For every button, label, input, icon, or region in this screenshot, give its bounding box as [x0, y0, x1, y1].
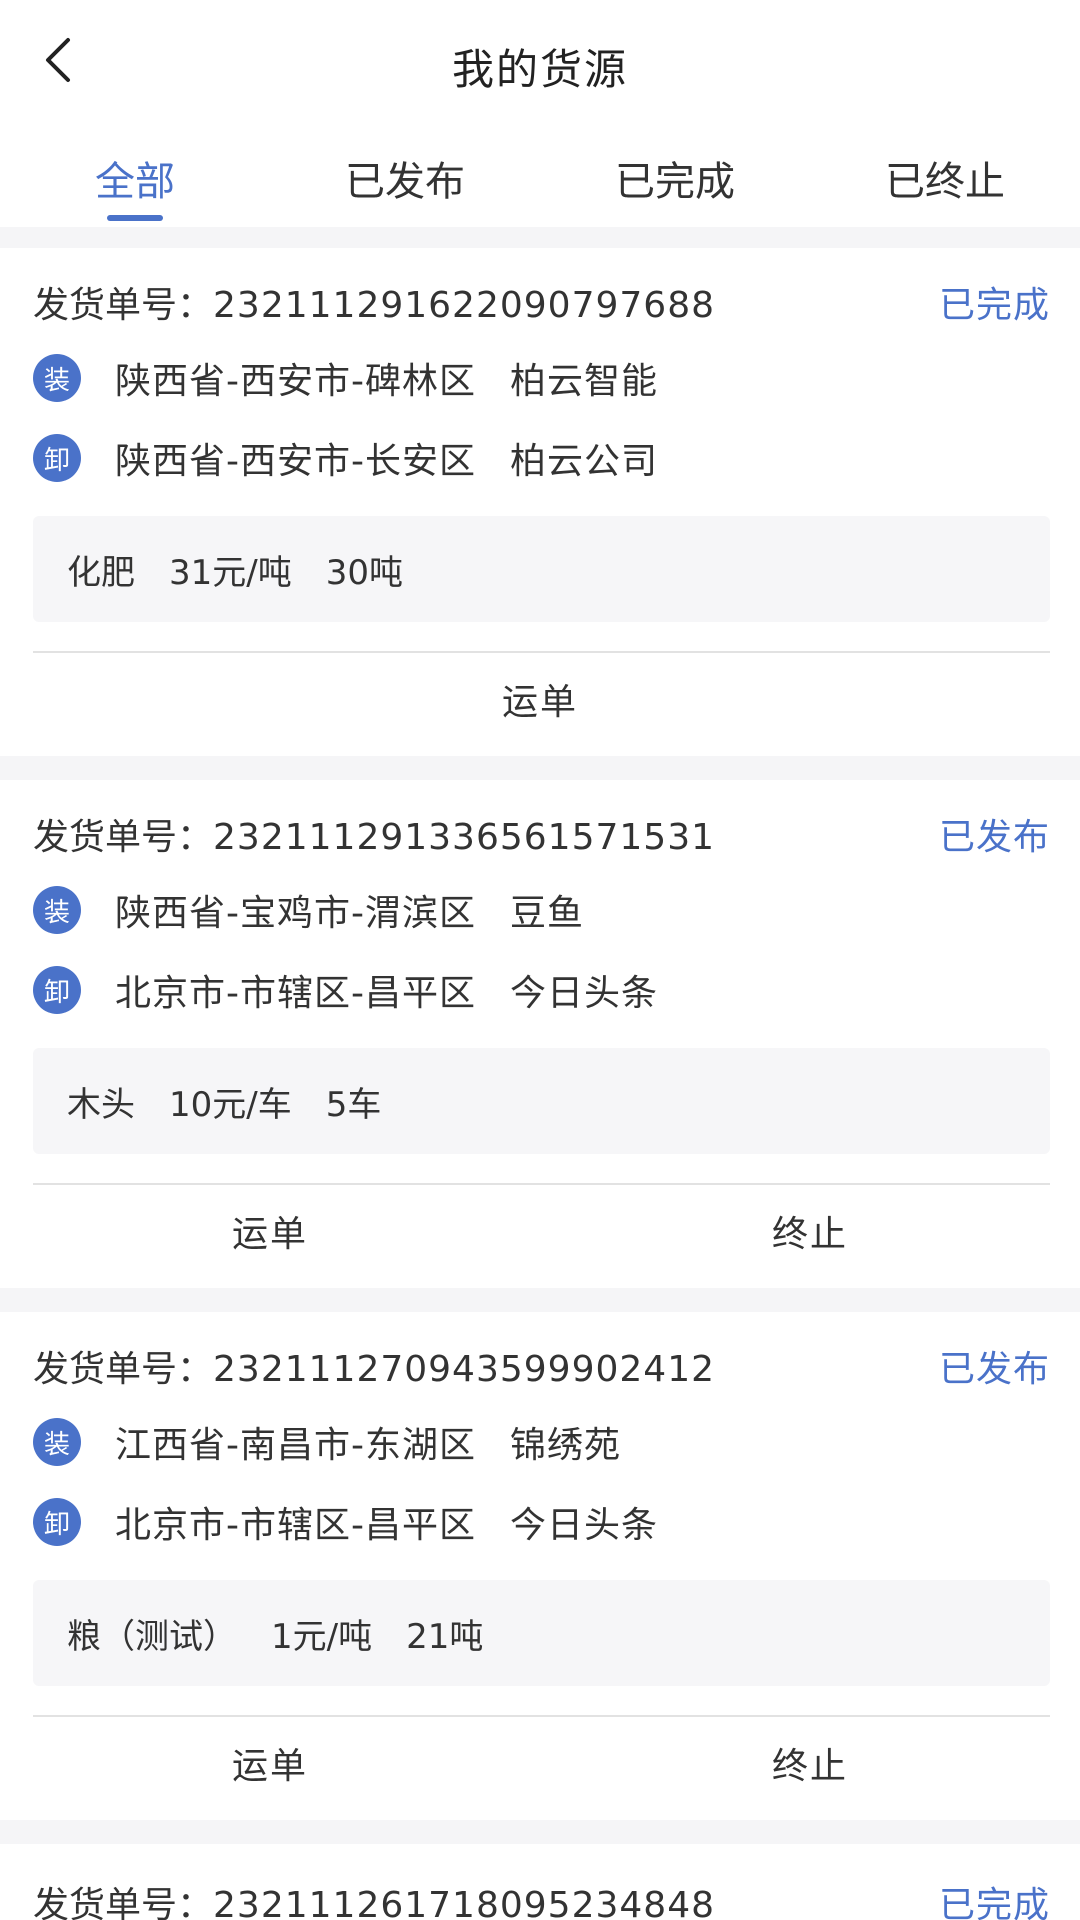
goods-info: 木头 10元/车 5车 [33, 1048, 1050, 1154]
card-actions: 运单 [0, 653, 1080, 753]
page-title: 我的货源 [451, 45, 628, 94]
card-header: 发货单号：232111291336561571531 已发布 [33, 806, 1050, 862]
status-badge: 已发布 [938, 1349, 1050, 1390]
unload-location-row: 卸 北京市-市辖区-昌平区 今日头条 [33, 1494, 1050, 1550]
card-actions: 运单 终止 [0, 1185, 1080, 1285]
terminate-button[interactable]: 终止 [540, 1185, 1080, 1285]
load-company: 豆鱼 [509, 893, 584, 934]
goods-quantity: 5车 [325, 1084, 382, 1125]
card-header: 发货单号：232111270943599902412 已发布 [33, 1338, 1050, 1394]
order-number-label: 发货单号： [33, 817, 214, 858]
order-number-label: 发货单号： [33, 1349, 214, 1390]
tab-completed[interactable]: 已完成 [540, 125, 810, 227]
goods-info: 化肥 31元/吨 30吨 [33, 516, 1050, 622]
tab-published[interactable]: 已发布 [270, 125, 540, 227]
goods-quantity: 21吨 [406, 1616, 484, 1657]
order-number-label: 发货单号： [33, 285, 214, 326]
load-region: 江西省-南昌市-东湖区 [115, 1425, 476, 1466]
tab-terminated[interactable]: 已终止 [810, 125, 1080, 227]
status-badge: 已完成 [938, 285, 1050, 326]
unload-company: 柏云公司 [509, 441, 658, 482]
load-company: 锦绣苑 [509, 1425, 621, 1466]
goods-name: 木头 [67, 1084, 135, 1125]
my-cargo-page: 我的货源 全部 已发布 已完成 已终止 发货单号：232111291622090… [0, 0, 1080, 1920]
tab-label: 全部 [95, 159, 175, 205]
load-company: 柏云智能 [509, 361, 658, 402]
card-header: 发货单号：232111261718095234848 已完成 [33, 1874, 1050, 1920]
unload-company: 今日头条 [509, 1505, 658, 1546]
waybill-button[interactable]: 运单 [0, 1717, 540, 1817]
unload-location-row: 卸 陕西省-西安市-长安区 柏云公司 [33, 430, 1050, 486]
cargo-card[interactable]: 发货单号：232111291336561571531 已发布 装 陕西省-宝鸡市… [0, 780, 1080, 1288]
goods-price: 10元/车 [169, 1084, 292, 1125]
unload-region: 北京市-市辖区-昌平区 [115, 973, 476, 1014]
status-badge: 已发布 [938, 817, 1050, 858]
order-number-label: 发货单号： [33, 1885, 214, 1920]
tab-all[interactable]: 全部 [0, 125, 270, 227]
load-location-row: 装 陕西省-宝鸡市-渭滨区 豆鱼 [33, 882, 1050, 938]
unload-region: 陕西省-西安市-长安区 [115, 441, 476, 482]
active-tab-indicator [107, 215, 163, 221]
tab-label: 已终止 [885, 159, 1005, 205]
load-location-row: 装 江西省-南昌市-东湖区 锦绣苑 [33, 1414, 1050, 1470]
load-location-row: 装 陕西省-西安市-碑林区 柏云智能 [33, 350, 1050, 406]
tab-label: 已完成 [615, 159, 735, 205]
unload-badge-icon: 卸 [33, 966, 81, 1014]
order-number: 232111261718095234848 [213, 1885, 716, 1920]
order-number: 232111291622090797688 [213, 285, 716, 326]
load-badge-icon: 装 [33, 886, 81, 934]
goods-name: 粮（测试） [67, 1616, 237, 1657]
cargo-card[interactable]: 发货单号：232111270943599902412 已发布 装 江西省-南昌市… [0, 1312, 1080, 1820]
goods-name: 化肥 [67, 552, 135, 593]
unload-company: 今日头条 [509, 973, 658, 1014]
load-region: 陕西省-西安市-碑林区 [115, 361, 476, 402]
terminate-button[interactable]: 终止 [540, 1717, 1080, 1817]
unload-location-row: 卸 北京市-市辖区-昌平区 今日头条 [33, 962, 1050, 1018]
load-badge-icon: 装 [33, 354, 81, 402]
goods-info: 粮（测试） 1元/吨 21吨 [33, 1580, 1050, 1686]
goods-price: 1元/吨 [271, 1616, 373, 1657]
tab-bar: 全部 已发布 已完成 已终止 [0, 125, 1080, 227]
tab-label: 已发布 [345, 159, 465, 205]
waybill-button[interactable]: 运单 [0, 653, 1080, 753]
goods-price: 31元/吨 [169, 552, 292, 593]
unload-badge-icon: 卸 [33, 434, 81, 482]
status-badge: 已完成 [938, 1885, 1050, 1920]
unload-region: 北京市-市辖区-昌平区 [115, 1505, 476, 1546]
unload-badge-icon: 卸 [33, 1498, 81, 1546]
card-header: 发货单号：232111291622090797688 已完成 [33, 274, 1050, 330]
order-number: 232111291336561571531 [213, 817, 716, 858]
load-badge-icon: 装 [33, 1418, 81, 1466]
card-actions: 运单 终止 [0, 1717, 1080, 1817]
waybill-button[interactable]: 运单 [0, 1185, 540, 1285]
top-bar: 我的货源 [0, 0, 1080, 125]
order-number: 232111270943599902412 [213, 1349, 716, 1390]
load-region: 陕西省-宝鸡市-渭滨区 [115, 893, 476, 934]
cargo-card[interactable]: 发货单号：232111261718095234848 已完成 [0, 1844, 1080, 1920]
goods-quantity: 30吨 [325, 552, 403, 593]
cargo-card[interactable]: 发货单号：232111291622090797688 已完成 装 陕西省-西安市… [0, 248, 1080, 756]
